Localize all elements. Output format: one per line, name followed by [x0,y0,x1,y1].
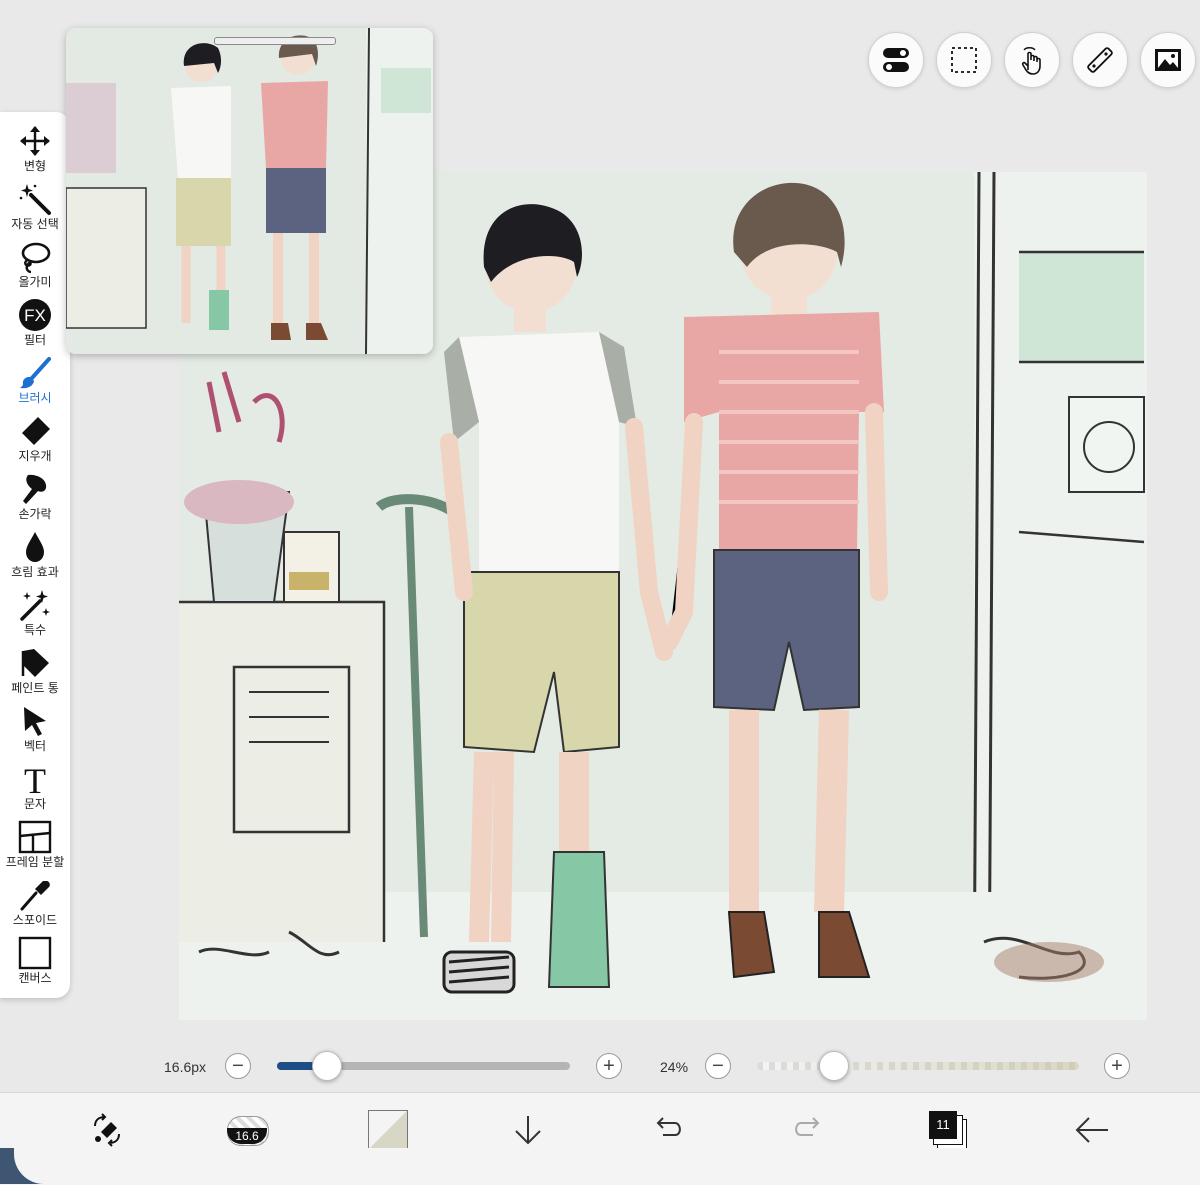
tool-brush[interactable]: 브러시 [0,356,70,414]
opacity-value: 24% [660,1059,689,1075]
tool-sidebar: 변형 자동 선택 올가미 FX 필터 브러시 지우개 손가락 흐림 효과 특수 … [0,112,70,998]
selection-button[interactable] [936,32,992,88]
svg-text:T: T [24,762,46,796]
brush-size-decrease-button[interactable]: − [225,1053,251,1079]
opacity-slider[interactable] [757,1062,1079,1070]
undo-icon [656,1117,681,1136]
tool-label: 필터 [23,333,47,347]
ruler-button[interactable] [1072,32,1128,88]
tool-label: 변형 [23,159,47,173]
redo-icon [795,1117,820,1136]
tool-frame[interactable]: 프레임 분할 [0,820,70,878]
finger-icon [23,474,47,504]
frame-divide-icon [18,820,52,854]
opacity-knob[interactable] [819,1051,850,1081]
minus-icon: − [232,1055,244,1077]
tool-fill[interactable]: 페인트 통 [0,646,70,704]
arrow-left-icon [1075,1117,1108,1143]
tool-label: 올가미 [18,275,52,289]
tool-label: 문자 [23,797,47,811]
fx-icon: FX [19,299,51,331]
tool-label: 자동 선택 [11,217,59,231]
brush-size-value: 16.6px [164,1059,207,1075]
tool-label: 흐림 효과 [11,565,59,579]
tool-vector[interactable]: 벡터 [0,704,70,762]
layers-icon: 11 [929,1111,967,1149]
tool-label: 벡터 [23,739,47,753]
tool-canvas[interactable]: 캔버스 [0,936,70,994]
tool-label: 스포이드 [12,913,58,927]
hand-gesture-icon [1021,47,1041,75]
reference-image-button[interactable] [1140,32,1196,88]
opacity-increase-button[interactable]: + [1104,1053,1130,1079]
tool-lasso[interactable]: 올가미 [0,240,70,298]
toggle-icon [883,48,909,72]
color-swatch-icon [368,1110,408,1150]
arrow-down-icon [515,1116,541,1145]
swap-tool-icon [94,1113,120,1147]
opacity-decrease-button[interactable]: − [705,1053,731,1079]
brush-icon [20,357,51,389]
lasso-icon [21,242,51,274]
tool-filter[interactable]: FX 필터 [0,298,70,356]
minus-icon: − [712,1055,724,1077]
ruler-icon [1087,47,1113,73]
plus-icon: + [603,1055,615,1077]
tool-label: 프레임 분할 [5,855,65,869]
eraser-icon [22,417,50,445]
tool-label: 브러시 [18,391,52,405]
tool-transform[interactable]: 변형 [0,124,70,182]
canvas-icon [18,936,52,970]
tool-label: 지우개 [18,449,52,463]
opacity-gradient [757,1062,1079,1070]
plus-icon: + [1111,1055,1123,1077]
svg-text:FX: FX [24,306,46,325]
tool-eraser[interactable]: 지우개 [0,414,70,472]
tool-auto-select[interactable]: 자동 선택 [0,182,70,240]
eyedropper-icon [20,881,50,911]
tool-blur[interactable]: 흐림 효과 [0,530,70,588]
move-icon [20,126,50,156]
tool-special[interactable]: 특수 [0,588,70,646]
reference-image [66,28,433,354]
toggle-button[interactable] [868,32,924,88]
image-icon [1155,49,1181,71]
gesture-button[interactable] [1004,32,1060,88]
text-icon: T [24,762,46,796]
tool-eyedropper[interactable]: 스포이드 [0,878,70,936]
layer-count: 11 [929,1111,957,1139]
reference-drag-handle[interactable] [214,37,336,45]
selection-icon [951,47,977,73]
paint-bucket-icon [21,649,49,677]
tool-label: 특수 [23,623,47,637]
brush-size-increase-button[interactable]: + [596,1053,622,1079]
window-frame [14,1148,1200,1184]
tool-label: 손가락 [18,507,52,521]
sparkle-wand-icon [20,590,50,621]
cursor-arrow-icon [24,707,46,736]
brush-size-knob[interactable] [311,1051,342,1081]
tool-text[interactable]: T 문자 [0,762,70,820]
tool-label: 페인트 통 [11,681,59,695]
tool-smudge[interactable]: 손가락 [0,472,70,530]
tool-label: 캔버스 [18,971,52,985]
magic-wand-icon [19,184,51,215]
reference-window[interactable] [66,28,433,354]
drop-icon [26,532,44,562]
